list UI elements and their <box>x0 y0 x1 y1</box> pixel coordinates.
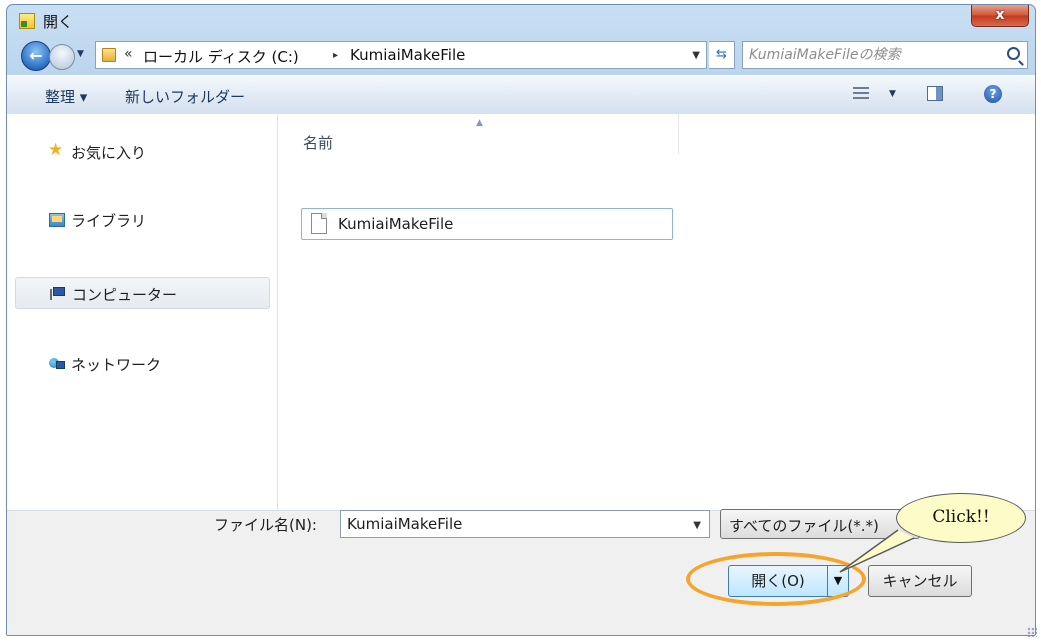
view-options-dropdown-icon[interactable]: ▼ <box>889 89 896 99</box>
list-item[interactable]: KumiaiMakeFile <box>301 208 673 240</box>
organize-menu[interactable]: 整理 ▾ <box>45 86 87 107</box>
breadcrumb-overflow[interactable]: « <box>124 46 133 62</box>
file-name-label: ファイル名(N): <box>214 516 317 534</box>
preview-pane-icon[interactable] <box>927 86 943 101</box>
title-bar[interactable]: 開く x <box>7 5 1035 35</box>
address-dropdown-icon[interactable]: ▼ <box>692 50 700 61</box>
refresh-icon: ⇆ <box>716 47 727 62</box>
breadcrumb-separator-icon[interactable]: ▸ <box>333 50 338 61</box>
file-name-combobox[interactable]: ▼ <box>340 510 710 538</box>
breadcrumb-current-folder[interactable]: KumiaiMakeFile <box>350 46 465 64</box>
nav-item-label: ネットワーク <box>71 356 162 374</box>
callout-tail <box>839 529 915 573</box>
file-name: KumiaiMakeFile <box>338 215 454 233</box>
back-button[interactable]: ← <box>21 41 51 71</box>
nav-item-label: ライブラリ <box>71 212 147 230</box>
file-list: ▲ 名前 KumiaiMakeFile <box>278 114 1035 510</box>
network-icon <box>49 357 65 371</box>
breadcrumb-local-disk[interactable]: ローカル ディスク (C:) <box>143 46 299 67</box>
close-button[interactable]: x <box>971 5 1029 27</box>
click-callout: Click!! <box>896 493 1026 543</box>
computer-icon <box>50 287 66 301</box>
recent-pages-dropdown[interactable]: ▼ <box>77 49 84 59</box>
window-title: 開く <box>43 13 74 31</box>
library-icon <box>49 213 65 227</box>
search-input[interactable] <box>749 45 989 65</box>
folder-icon <box>102 48 116 62</box>
star-icon: ★ <box>48 140 64 160</box>
search-box[interactable] <box>742 41 1028 69</box>
nav-item-label: コンピューター <box>72 286 178 304</box>
nav-item-favorites[interactable]: ★ お気に入り <box>15 136 270 168</box>
address-bar[interactable]: « ローカル ディスク (C:) ▸ KumiaiMakeFile ▼ <box>95 41 707 69</box>
file-name-dropdown-icon[interactable]: ▼ <box>693 520 701 531</box>
command-bar: 整理 ▾ 新しいフォルダー ▼ ? <box>7 75 1035 115</box>
search-icon[interactable] <box>1007 47 1020 60</box>
sort-ascending-icon: ▲ <box>476 118 483 128</box>
nav-item-libraries[interactable]: ライブラリ <box>15 204 270 236</box>
file-name-input[interactable] <box>347 514 677 534</box>
forward-button[interactable] <box>49 44 75 70</box>
refresh-button[interactable]: ⇆ <box>709 41 735 69</box>
column-header-label: 名前 <box>303 134 334 152</box>
back-arrow-icon: ← <box>29 46 43 65</box>
dialog-icon <box>19 13 35 29</box>
resize-grip[interactable] <box>1027 627 1037 637</box>
view-options-icon[interactable] <box>853 86 869 100</box>
nav-item-network[interactable]: ネットワーク <box>15 348 270 380</box>
nav-item-computer[interactable]: コンピューター <box>15 277 270 309</box>
navigation-pane: ★ お気に入り ライブラリ コンピューター ネットワーク <box>7 114 278 510</box>
column-header-name[interactable]: ▲ 名前 <box>298 114 679 154</box>
help-icon[interactable]: ? <box>984 85 1002 103</box>
nav-item-label: お気に入り <box>71 144 147 162</box>
document-icon <box>311 213 327 234</box>
new-folder-button[interactable]: 新しいフォルダー <box>125 86 245 107</box>
